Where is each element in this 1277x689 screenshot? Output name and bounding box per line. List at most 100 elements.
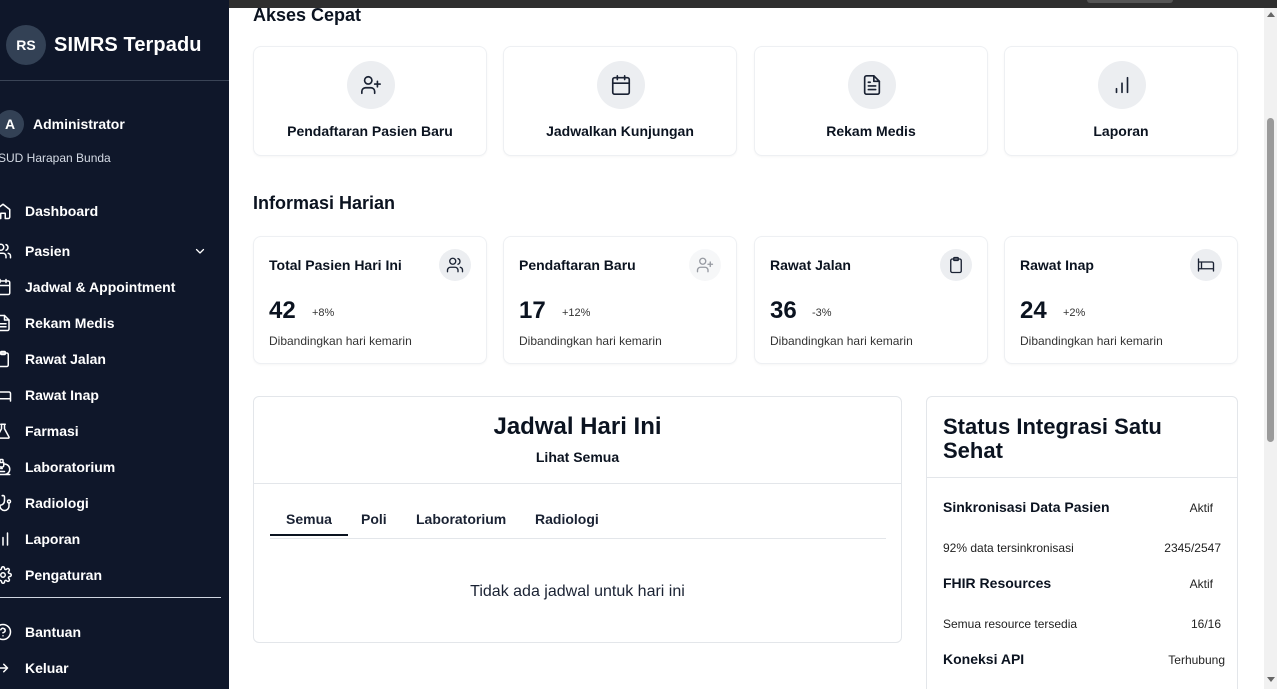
status-badge: Aktif bbox=[1189, 501, 1213, 515]
user-plus-icon bbox=[689, 249, 721, 281]
user-name: Administrator bbox=[33, 116, 125, 132]
sidebar-item-rawat-jalan[interactable]: Rawat Jalan bbox=[0, 341, 229, 377]
stat-title: Total Pasien Hari Ini bbox=[269, 257, 402, 273]
stat-title: Rawat Inap bbox=[1020, 257, 1094, 273]
stat-subtitle: Dibandingkan hari kemarin bbox=[269, 334, 412, 348]
bed-icon bbox=[1190, 249, 1222, 281]
tab-poli[interactable]: Poli bbox=[361, 511, 387, 527]
integration-item-count: 2345/2547 bbox=[1164, 541, 1221, 555]
divider bbox=[0, 597, 221, 598]
user-plus-icon bbox=[347, 61, 395, 109]
users-icon bbox=[0, 242, 12, 260]
stat-change: +12% bbox=[562, 307, 591, 319]
sidebar-item-laboratorium[interactable]: Laboratorium bbox=[0, 449, 229, 485]
sidebar-item-pengaturan[interactable]: Pengaturan bbox=[0, 557, 229, 593]
quick-access-label: Jadwalkan Kunjungan bbox=[546, 123, 694, 139]
integration-item-detail: 92% data tersinkronisasi bbox=[943, 541, 1074, 555]
integration-item-name: Sinkronisasi Data Pasien bbox=[943, 499, 1110, 515]
sidebar-item-rawat-inap[interactable]: Rawat Inap bbox=[0, 377, 229, 413]
sidebar-item-label: Radiologi bbox=[25, 495, 89, 511]
stat-subtitle: Dibandingkan hari kemarin bbox=[519, 334, 662, 348]
sidebar-item-rekam-medis[interactable]: Rekam Medis bbox=[0, 305, 229, 341]
sidebar-item-label: Laporan bbox=[25, 531, 81, 547]
sidebar-item-laporan[interactable]: Laporan bbox=[0, 521, 229, 557]
quick-access-new-patient[interactable]: Pendaftaran Pasien Baru bbox=[253, 46, 487, 156]
stat-subtitle: Dibandingkan hari kemarin bbox=[1020, 334, 1163, 348]
organization-name: SUD Harapan Bunda bbox=[0, 151, 111, 165]
sidebar-item-label: Rekam Medis bbox=[25, 315, 115, 331]
brand[interactable]: RS SIMRS Terpadu bbox=[6, 25, 202, 65]
flask-icon bbox=[0, 422, 12, 440]
scrollbar-thumb[interactable] bbox=[1267, 118, 1274, 442]
divider bbox=[0, 80, 229, 81]
sidebar-item-radiologi[interactable]: Radiologi bbox=[0, 485, 229, 521]
tab-semua[interactable]: Semua bbox=[270, 511, 348, 536]
gear-icon bbox=[0, 566, 12, 584]
sidebar-item-label: Bantuan bbox=[25, 624, 81, 640]
stat-value: 36 bbox=[770, 297, 797, 324]
tab-radiologi[interactable]: Radiologi bbox=[535, 511, 599, 527]
integration-item-name: FHIR Resources bbox=[943, 575, 1052, 591]
sidebar-item-pasien[interactable]: Pasien bbox=[0, 233, 229, 269]
calendar-icon bbox=[0, 278, 12, 296]
stat-title: Pendaftaran Baru bbox=[519, 257, 636, 273]
quick-access-report[interactable]: Laporan bbox=[1004, 46, 1238, 156]
divider bbox=[254, 483, 901, 484]
sidebar-item-jadwal[interactable]: Jadwal & Appointment bbox=[0, 269, 229, 305]
help-circle-icon bbox=[0, 623, 12, 641]
browser-top-strip bbox=[229, 0, 1277, 8]
sidebar-item-label: Pengaturan bbox=[25, 567, 103, 583]
vertical-scrollbar[interactable] bbox=[1264, 8, 1277, 689]
sidebar: RS SIMRS Terpadu A Administrator SUD Har… bbox=[0, 0, 229, 689]
sidebar-item-farmasi[interactable]: Farmasi bbox=[0, 413, 229, 449]
app-name: SIMRS Terpadu bbox=[54, 33, 202, 56]
section-title-quick-access: Akses Cepat bbox=[253, 8, 362, 25]
tab-laboratorium[interactable]: Laboratorium bbox=[416, 511, 506, 527]
stat-title: Rawat Jalan bbox=[770, 257, 851, 273]
divider bbox=[927, 477, 1237, 478]
view-all-link[interactable]: Lihat Semua bbox=[254, 449, 901, 465]
stat-change: +2% bbox=[1063, 307, 1086, 319]
stat-subtitle: Dibandingkan hari kemarin bbox=[770, 334, 913, 348]
calendar-icon bbox=[597, 61, 645, 109]
sidebar-item-label: Pasien bbox=[25, 243, 71, 259]
file-text-icon bbox=[848, 61, 896, 109]
logo-badge: RS bbox=[6, 25, 46, 65]
users-icon bbox=[439, 249, 471, 281]
sidebar-item-bantuan[interactable]: Bantuan bbox=[0, 614, 229, 650]
empty-state-text: Tidak ada jadwal untuk hari ini bbox=[470, 583, 685, 600]
sidebar-item-keluar[interactable]: Keluar bbox=[0, 650, 229, 686]
chevron-down-icon[interactable] bbox=[194, 245, 206, 257]
stat-card-new-registrations: Pendaftaran Baru 17 +12% Dibandingkan ha… bbox=[503, 236, 737, 364]
stat-change: +8% bbox=[312, 307, 335, 319]
stat-card-outpatient: Rawat Jalan 36 -3% Dibandingkan hari kem… bbox=[754, 236, 988, 364]
sidebar-item-label: Dashboard bbox=[25, 203, 99, 219]
quick-access-label: Laporan bbox=[1093, 123, 1149, 139]
sidebar-item-label: Keluar bbox=[25, 660, 69, 676]
schedule-tabs: Semua Poli Laboratorium Radiologi bbox=[270, 509, 886, 539]
bar-chart-icon bbox=[1098, 61, 1146, 109]
scroll-down-arrow-icon[interactable] bbox=[1267, 677, 1275, 682]
browser-tab-edge bbox=[1087, 0, 1173, 3]
sidebar-item-dashboard[interactable]: Dashboard bbox=[0, 193, 229, 229]
main-content: Akses Cepat Pendaftaran Pasien Baru Jadw… bbox=[229, 8, 1264, 689]
logout-icon bbox=[0, 659, 12, 677]
stat-value: 42 bbox=[269, 297, 296, 324]
bed-icon bbox=[0, 386, 12, 404]
scroll-up-arrow-icon[interactable] bbox=[1267, 12, 1275, 17]
sidebar-item-label: Rawat Jalan bbox=[25, 351, 106, 367]
stat-card-inpatient: Rawat Inap 24 +2% Dibandingkan hari kema… bbox=[1004, 236, 1238, 364]
stat-card-total-patients: Total Pasien Hari Ini 42 +8% Dibandingka… bbox=[253, 236, 487, 364]
user-profile[interactable]: A Administrator bbox=[0, 110, 125, 138]
status-badge: Terhubung bbox=[1168, 653, 1225, 667]
quick-access-medical-record[interactable]: Rekam Medis bbox=[754, 46, 988, 156]
microscope-icon bbox=[0, 458, 12, 476]
sidebar-item-label: Laboratorium bbox=[25, 459, 116, 475]
quick-access-label: Rekam Medis bbox=[826, 123, 916, 139]
clipboard-icon bbox=[940, 249, 972, 281]
stat-value: 24 bbox=[1020, 297, 1047, 324]
stethoscope-icon bbox=[0, 494, 12, 512]
sidebar-item-label: Rawat Inap bbox=[25, 387, 99, 403]
quick-access-schedule-visit[interactable]: Jadwalkan Kunjungan bbox=[503, 46, 737, 156]
quick-access-label: Pendaftaran Pasien Baru bbox=[287, 123, 453, 139]
